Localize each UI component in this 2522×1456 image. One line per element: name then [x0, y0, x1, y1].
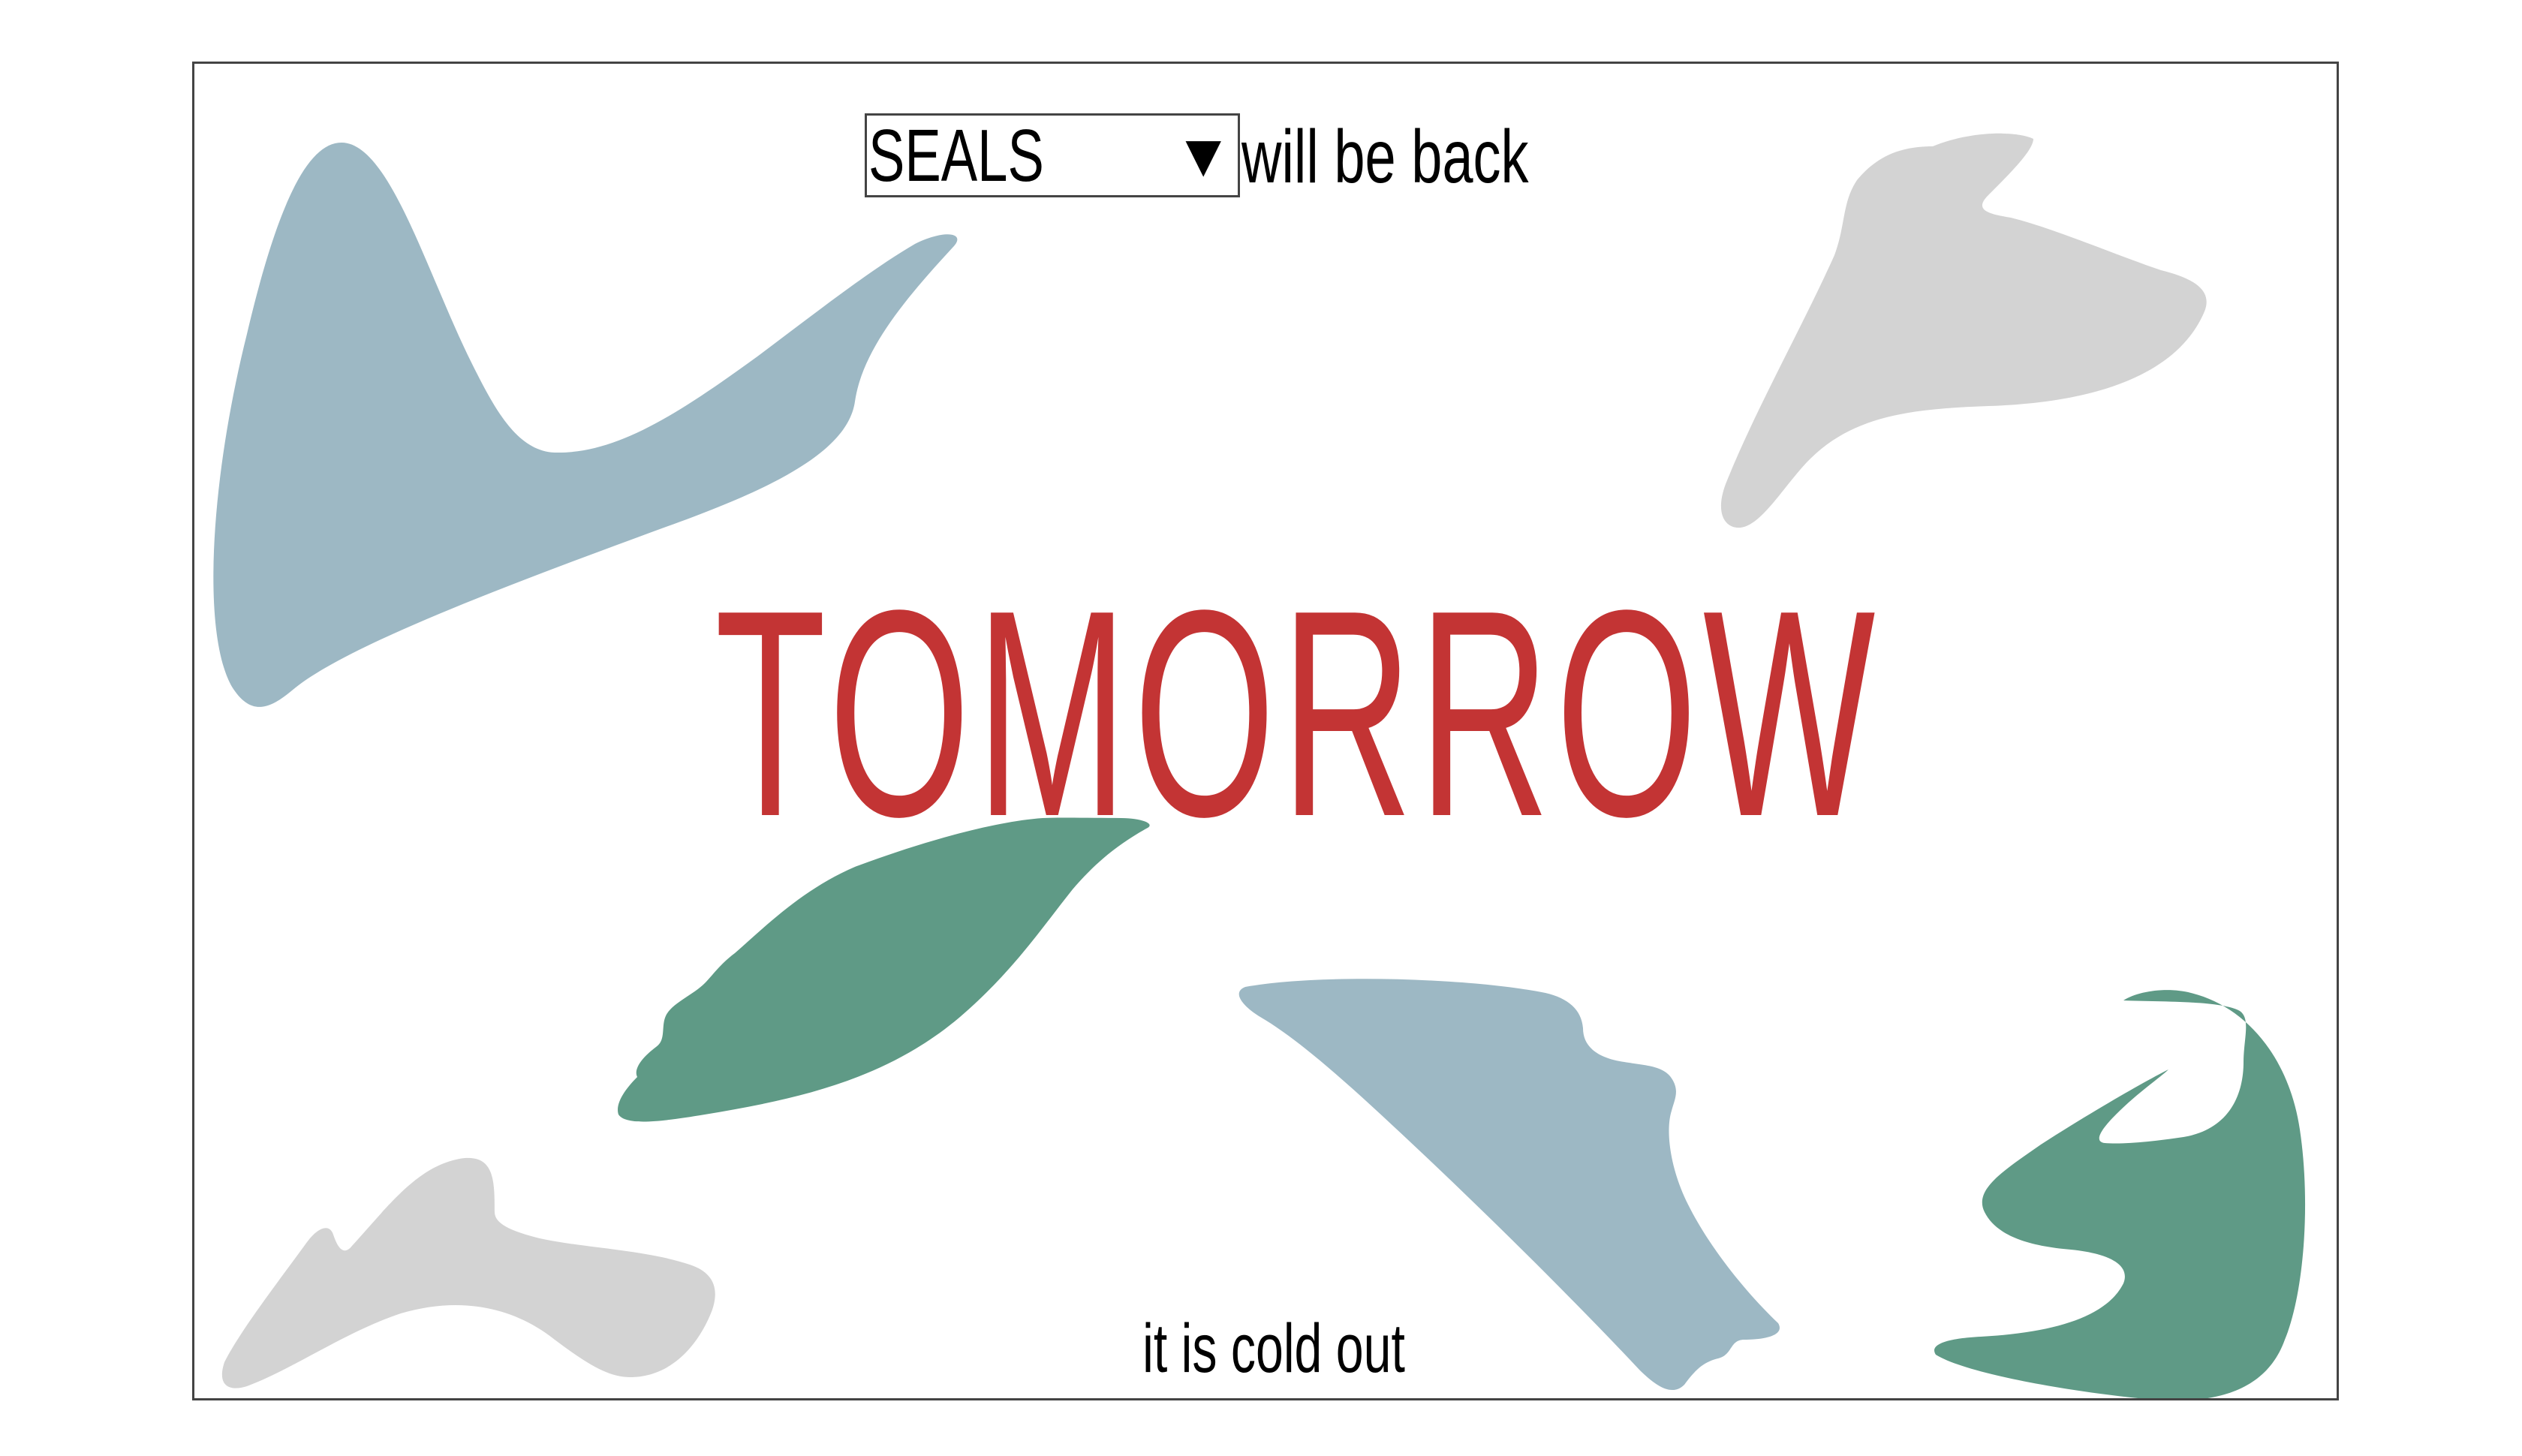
header-line: SEALS ▼ will be back [865, 109, 1630, 197]
footer-text: it is cold out [1142, 1310, 1405, 1387]
animal-select-dropdown[interactable]: SEALS ▼ [865, 113, 1240, 197]
header-tail-text: will be back [1241, 115, 1529, 199]
chevron-down-icon: ▼ [1185, 128, 1221, 182]
card-frame: SEALS ▼ will be back TOMORROW it is cold… [192, 62, 2339, 1400]
headline-text: TOMORROW [715, 549, 1881, 878]
grey-blob-top-right [1720, 133, 2207, 528]
dropdown-selected-value: SEALS [868, 114, 1044, 197]
